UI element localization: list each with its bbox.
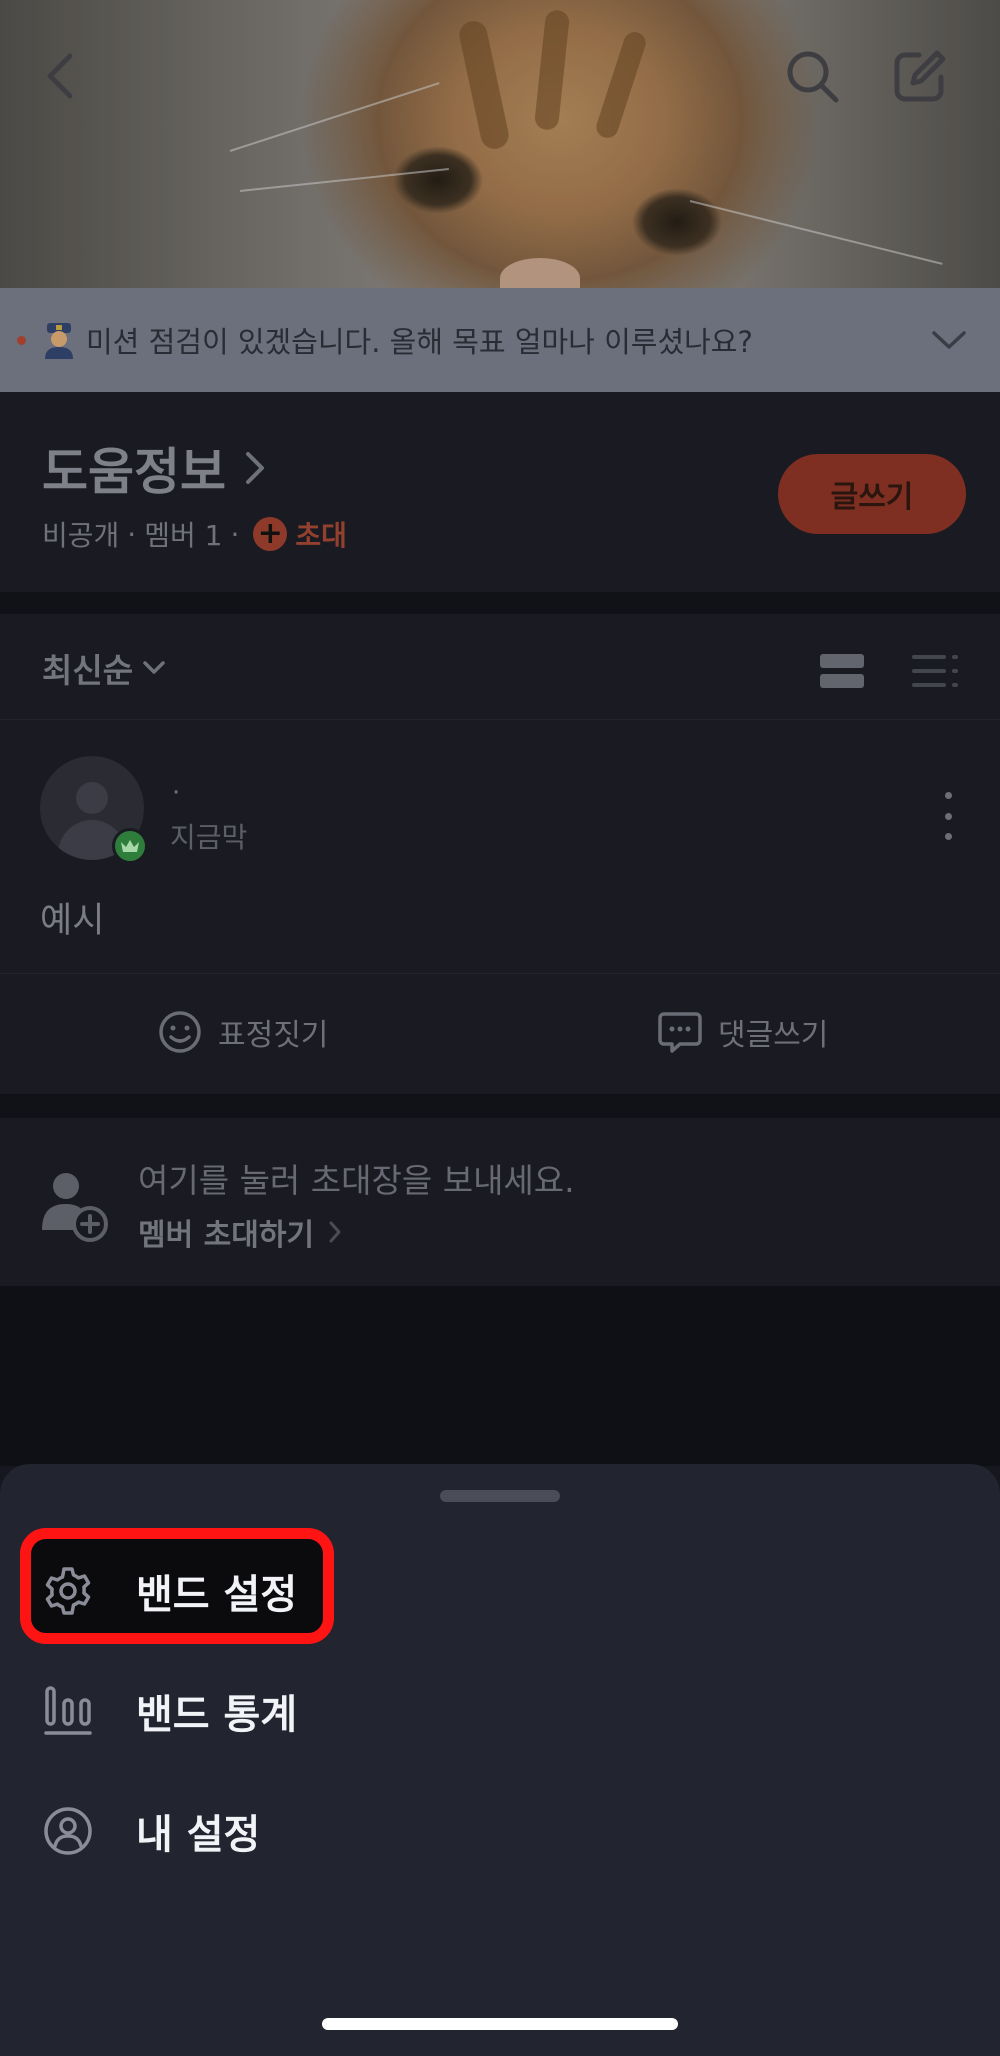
chevron-right-icon	[329, 1221, 341, 1243]
band-meta: 비공개 · 멤버 1 · + 초대	[42, 514, 347, 554]
visibility-label: 비공개	[42, 519, 120, 552]
plus-circle-icon[interactable]: +	[253, 517, 288, 551]
gear-icon	[40, 1563, 96, 1619]
screen: 미션 점검이 있겠습니다. 올해 목표 얼마나 이루셨나요? 도움정보 비공개 …	[0, 0, 1000, 2056]
menu-item-band-settings[interactable]: 밴드 설정	[40, 1546, 600, 1636]
bar-chart-icon	[40, 1683, 96, 1739]
post-card[interactable]: · 지금막 예시	[0, 720, 1000, 974]
invite-card[interactable]: 여기를 눌러 초대장을 보내세요. 멤버 초대하기	[0, 1118, 1000, 1286]
compose-button[interactable]	[888, 44, 952, 108]
divider	[0, 592, 1000, 614]
add-user-icon	[42, 1173, 108, 1242]
post-author[interactable]: ·	[172, 778, 180, 808]
divider	[0, 1094, 1000, 1118]
chevron-down-icon	[143, 661, 165, 674]
chevron-right-icon	[246, 452, 264, 484]
cover-photo	[0, 0, 1000, 288]
list-view-icon[interactable]	[912, 654, 958, 688]
menu-item-label: 밴드 통계	[136, 1692, 298, 1738]
search-icon	[787, 51, 839, 103]
post-time: 지금막	[170, 821, 248, 854]
expand-notice-button[interactable]	[924, 315, 974, 365]
dim-overlay-area[interactable]	[0, 1286, 1000, 1466]
react-button[interactable]: 표정짓기	[158, 1010, 328, 1054]
invite-member-label: 멤버 초대하기	[138, 1218, 315, 1253]
comment-label: 댓글쓰기	[718, 1018, 829, 1053]
sort-bar: 최신순	[0, 614, 1000, 720]
chevron-down-icon	[932, 331, 966, 349]
sheet-grabber[interactable]	[440, 1490, 560, 1502]
post-content: 예시	[40, 901, 105, 941]
card-view-icon[interactable]	[820, 654, 864, 688]
back-button[interactable]	[28, 44, 92, 108]
notice-text: 미션 점검이 있겠습니다. 올해 목표 얼마나 이루셨나요?	[86, 325, 753, 359]
sort-dropdown[interactable]: 최신순	[42, 644, 165, 692]
member-count: 멤버 1	[144, 519, 223, 552]
menu-item-my-settings[interactable]: 내 설정	[40, 1786, 600, 1876]
band-info: 도움정보 비공개 · 멤버 1 · + 초대 글쓰기	[0, 392, 1000, 592]
crown-icon	[112, 828, 148, 864]
menu-item-label: 내 설정	[136, 1812, 261, 1858]
write-post-button[interactable]: 글쓰기	[778, 454, 966, 534]
police-officer-emoji	[40, 321, 78, 359]
bottom-sheet: 밴드 설정 밴드 통계 내 설정	[0, 1464, 1000, 2056]
more-options-icon[interactable]	[928, 786, 968, 846]
unread-dot	[17, 335, 26, 345]
search-button[interactable]	[780, 44, 844, 108]
smile-icon	[159, 1011, 201, 1053]
notice-bar[interactable]: 미션 점검이 있겠습니다. 올해 목표 얼마나 이루셨나요?	[0, 288, 1000, 392]
home-indicator[interactable]	[322, 2018, 678, 2030]
comment-icon	[658, 1012, 702, 1053]
user-circle-icon	[40, 1803, 96, 1859]
post-actions: 표정짓기 댓글쓰기	[0, 974, 1000, 1094]
invite-hint: 여기를 눌러 초대장을 보내세요.	[138, 1161, 575, 1200]
band-title: 도움정보	[42, 443, 226, 501]
react-label: 표정짓기	[218, 1018, 329, 1053]
menu-item-label: 밴드 설정	[136, 1572, 298, 1618]
invite-member-link[interactable]: 멤버 초대하기	[138, 1210, 342, 1254]
comment-button[interactable]: 댓글쓰기	[658, 1010, 828, 1054]
compose-icon	[894, 50, 946, 102]
invite-link[interactable]: 초대	[295, 514, 347, 554]
band-title-link[interactable]: 도움정보	[42, 432, 266, 504]
menu-item-band-stats[interactable]: 밴드 통계	[40, 1666, 600, 1756]
chevron-left-icon	[47, 53, 73, 99]
sort-label: 최신순	[42, 651, 134, 690]
